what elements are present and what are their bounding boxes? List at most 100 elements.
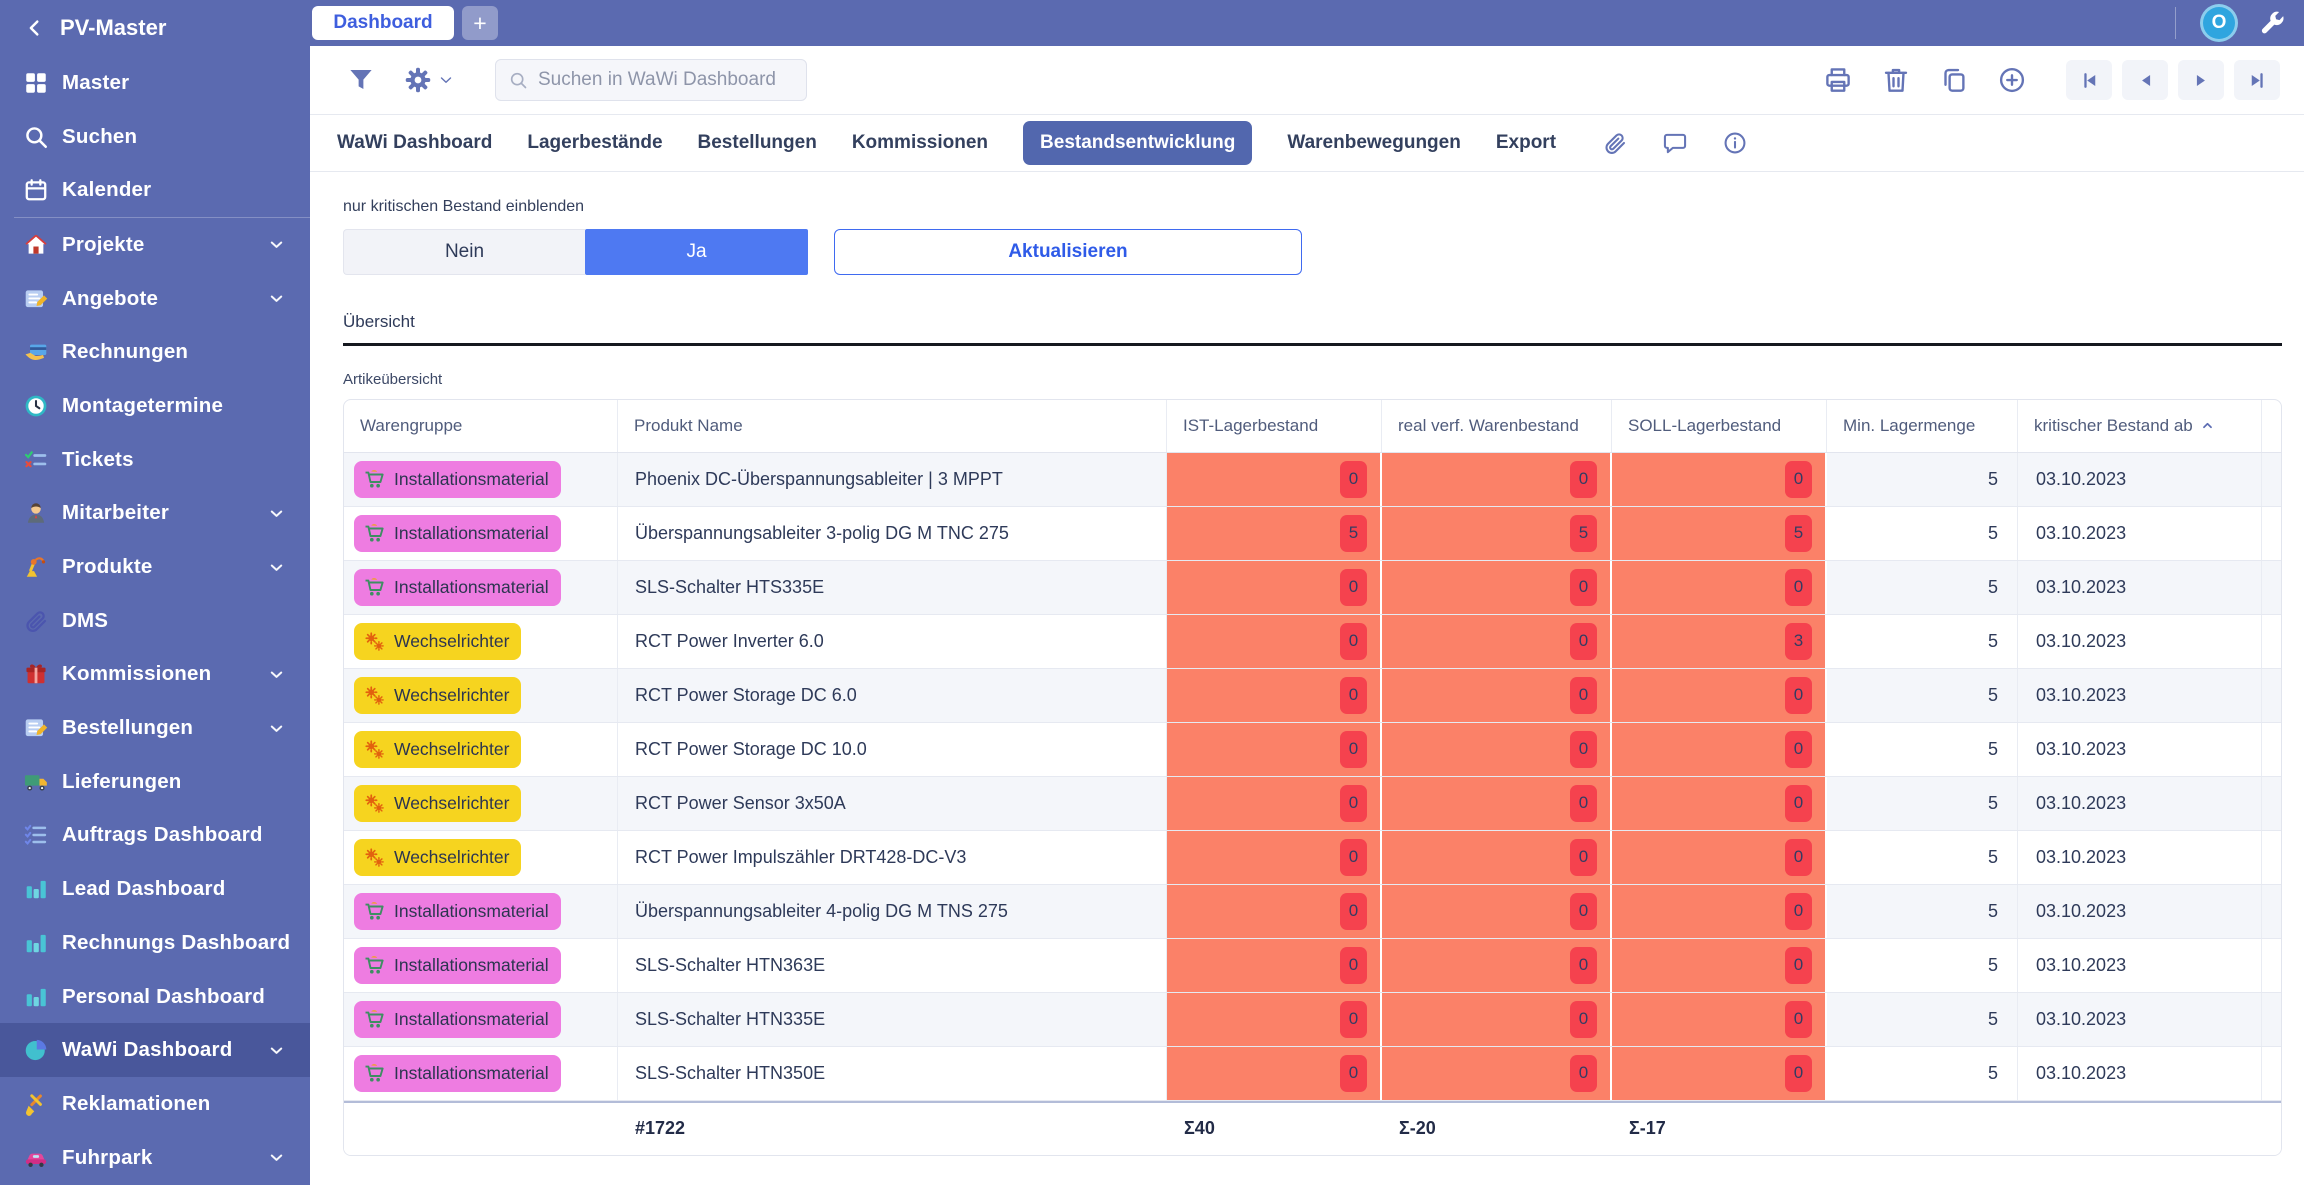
sidebar-item-rechnungs-dashboard[interactable]: Rechnungs Dashboard [0, 916, 310, 970]
sidebar-item-projekte[interactable]: Projekte [0, 218, 310, 272]
sidebar-item-dms[interactable]: DMS [0, 594, 310, 648]
table-row[interactable]: Installationsmaterial SLS-Schalter HTN33… [344, 993, 2281, 1047]
table-row[interactable]: Installationsmaterial SLS-Schalter HTN35… [344, 1047, 2281, 1101]
sidebar-item-produkte[interactable]: Produkte [0, 540, 310, 594]
min-lagermenge-cell: 5 [1827, 669, 2018, 722]
column-header-warengruppe[interactable]: Warengruppe [344, 400, 618, 452]
copy-icon[interactable] [1938, 65, 1969, 96]
column-header-ist-lagerbestand[interactable]: IST-Lagerbestand [1167, 400, 1382, 452]
table-row[interactable]: Installationsmaterial SLS-Schalter HTS33… [344, 561, 2281, 615]
trash-icon[interactable] [1880, 65, 1911, 96]
comment-icon[interactable] [1659, 128, 1690, 159]
sidebar-item-lead-dashboard[interactable]: Lead Dashboard [0, 862, 310, 916]
tab-bestellungen[interactable]: Bestellungen [698, 132, 817, 154]
column-header-produkt-name[interactable]: Produkt Name [618, 400, 1167, 452]
toggle-ja-button[interactable]: Ja [585, 229, 808, 275]
back-chevron-icon[interactable] [24, 17, 46, 39]
table-row[interactable]: Installationsmaterial Phoenix DC-Überspa… [344, 453, 2281, 507]
sidebar-item-montagetermine[interactable]: Montagetermine [0, 379, 310, 433]
real-warenbestand-cell: 0 [1382, 723, 1612, 776]
sidebar-item-reklamationen[interactable]: Reklamationen [0, 1077, 310, 1131]
warengruppe-label: Installationsmaterial [394, 955, 549, 976]
chevron-down-icon[interactable] [437, 71, 455, 89]
table-row[interactable]: Wechselrichter RCT Power Inverter 6.0 0 … [344, 615, 2281, 669]
column-header-spacer [2262, 400, 2282, 452]
min-lagermenge-cell: 5 [1827, 561, 2018, 614]
column-header-soll-lagerbestand[interactable]: SOLL-Lagerbestand [1612, 400, 1827, 452]
table-row[interactable]: Wechselrichter RCT Power Storage DC 6.0 … [344, 669, 2281, 723]
table-row[interactable]: Installationsmaterial Überspannungsablei… [344, 507, 2281, 561]
search-box[interactable] [495, 59, 807, 101]
sidebar-item-kommissionen[interactable]: Kommissionen [0, 648, 310, 702]
warengruppe-cell: Installationsmaterial [344, 1047, 618, 1100]
table-row[interactable]: Wechselrichter RCT Power Sensor 3x50A 0 … [344, 777, 2281, 831]
table-row[interactable]: Installationsmaterial SLS-Schalter HTN36… [344, 939, 2281, 993]
sidebar-header[interactable]: PV-Master [0, 0, 310, 56]
info-icon[interactable] [1719, 128, 1750, 159]
sidebar-item-fuhrpark[interactable]: Fuhrpark [0, 1131, 310, 1185]
sidebar-item-bestellungen[interactable]: Bestellungen [0, 701, 310, 755]
column-header-min-lagermenge[interactable]: Min. Lagermenge [1827, 400, 2018, 452]
toggle-nein-button[interactable]: Nein [343, 229, 585, 275]
tab-kommissionen[interactable]: Kommissionen [852, 132, 988, 154]
warengruppe-cell: Wechselrichter [344, 831, 618, 884]
settings-menu[interactable] [402, 65, 455, 96]
soll-lagerbestand-cell: 0 [1612, 939, 1827, 992]
chevron-down-icon [267, 289, 286, 308]
table-row[interactable]: Installationsmaterial Überspannungsablei… [344, 885, 2281, 939]
warengruppe-badge: Wechselrichter [354, 785, 521, 822]
attachment-icon[interactable] [1599, 128, 1630, 159]
tab-bestandsentwicklung[interactable]: Bestandsentwicklung [1023, 121, 1252, 165]
column-header-kritischer-bestand-ab[interactable]: kritischer Bestand ab [2018, 400, 2262, 452]
tab-export[interactable]: Export [1496, 132, 1556, 154]
real-warenbestand-cell: 0 [1382, 453, 1612, 506]
sidebar-item-label: Angebote [62, 287, 158, 311]
first-page-icon[interactable] [2066, 60, 2112, 100]
sidebar-item-lieferungen[interactable]: Lieferungen [0, 755, 310, 809]
plus-circle-icon[interactable] [1996, 65, 2027, 96]
search-input[interactable] [538, 69, 794, 91]
sidebar-item-kalender[interactable]: Kalender [0, 163, 310, 217]
gear-icon[interactable] [402, 65, 433, 96]
sidebar-item-angebote[interactable]: Angebote [0, 272, 310, 326]
sidebar-item-suchen[interactable]: Suchen [0, 110, 310, 164]
avatar[interactable]: O [2200, 4, 2238, 42]
kritischer-bestand-cell: 03.10.2023 [2018, 1047, 2262, 1100]
prev-page-icon[interactable] [2122, 60, 2168, 100]
tab-warenbewegungen[interactable]: Warenbewegungen [1287, 132, 1460, 154]
product-name-cell: RCT Power Inverter 6.0 [618, 615, 1167, 668]
sidebar-item-tickets[interactable]: Tickets [0, 433, 310, 487]
overview-section-label[interactable]: Übersicht [343, 312, 2304, 332]
wrench-icon[interactable] [2258, 9, 2286, 37]
warengruppe-label: Installationsmaterial [394, 523, 549, 544]
topbar-right: O [2175, 4, 2304, 42]
warengruppe-badge: Wechselrichter [354, 731, 521, 768]
sidebar-item-wawi-dashboard[interactable]: WaWi Dashboard [0, 1023, 310, 1077]
add-window-tab-button[interactable]: + [462, 6, 498, 40]
cart-icon [363, 468, 386, 491]
tab-wawi-dashboard[interactable]: WaWi Dashboard [337, 132, 492, 154]
sidebar-item-rechnungen[interactable]: Rechnungen [0, 325, 310, 379]
sidebar-item-personal-dashboard[interactable]: Personal Dashboard [0, 970, 310, 1024]
column-header-real-verf-warenbestand[interactable]: real verf. Warenbestand [1382, 400, 1612, 452]
real-value-pill: 0 [1570, 623, 1597, 660]
table-row[interactable]: Wechselrichter RCT Power Impulszähler DR… [344, 831, 2281, 885]
tab-lagerbest-nde[interactable]: Lagerbestände [527, 132, 662, 154]
sidebar-item-master[interactable]: Master [0, 56, 310, 110]
next-page-icon[interactable] [2178, 60, 2224, 100]
sidebar-item-label: Personal Dashboard [62, 985, 265, 1009]
refresh-button[interactable]: Aktualisieren [834, 229, 1302, 275]
window-tab-dashboard[interactable]: Dashboard [312, 6, 454, 40]
tools-icon [22, 1090, 49, 1117]
soll-value-pill: 0 [1785, 569, 1812, 606]
person-icon [22, 500, 49, 527]
last-page-icon[interactable] [2234, 60, 2280, 100]
filter-icon[interactable] [345, 65, 376, 96]
ist-lagerbestand-cell: 0 [1167, 939, 1382, 992]
warengruppe-label: Installationsmaterial [394, 577, 549, 598]
ist-value-pill: 0 [1340, 677, 1367, 714]
sidebar-item-auftrags-dashboard[interactable]: Auftrags Dashboard [0, 809, 310, 863]
printer-icon[interactable] [1822, 65, 1853, 96]
sidebar-item-mitarbeiter[interactable]: Mitarbeiter [0, 487, 310, 541]
table-row[interactable]: Wechselrichter RCT Power Storage DC 10.0… [344, 723, 2281, 777]
